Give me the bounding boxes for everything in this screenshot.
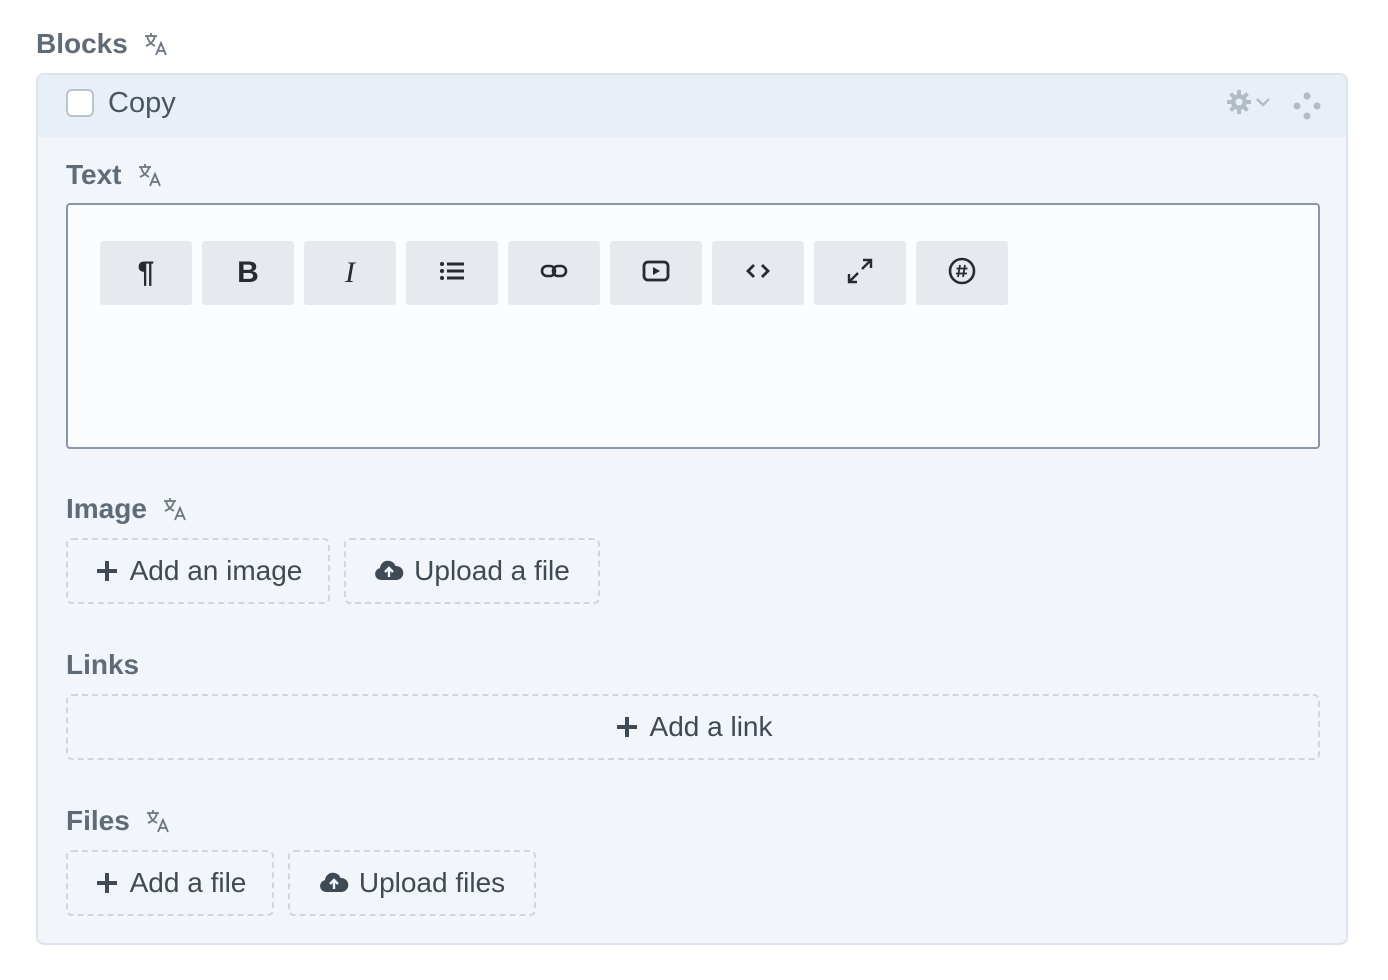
fullscreen-icon <box>846 257 874 290</box>
plus-icon <box>94 870 120 896</box>
link-button[interactable] <box>508 241 600 305</box>
image-field-label-text: Image <box>66 493 147 524</box>
list-button[interactable] <box>406 241 498 305</box>
cloud-upload-icon <box>319 870 349 896</box>
translate-icon <box>161 495 189 523</box>
add-image-button[interactable]: Add an image <box>66 538 330 604</box>
hashtag-button[interactable] <box>916 241 1008 305</box>
hashtag-icon <box>948 257 976 290</box>
blocks-label-text: Blocks <box>36 28 128 59</box>
add-link-label: Add a link <box>649 711 773 742</box>
blocks-label: Blocks <box>36 28 170 60</box>
upload-files-button[interactable]: Upload files <box>288 850 536 916</box>
translate-icon <box>136 161 164 189</box>
text-field-label-text: Text <box>66 159 122 190</box>
add-file-label: Add a file <box>129 867 247 898</box>
fullscreen-button[interactable] <box>814 241 906 305</box>
block-settings-button[interactable] <box>1226 89 1272 120</box>
upload-image-button[interactable]: Upload a file <box>344 538 600 604</box>
italic-button[interactable]: I <box>304 241 396 305</box>
video-icon <box>642 257 670 290</box>
files-field-label-text: Files <box>66 805 130 836</box>
italic-icon: I <box>345 256 355 289</box>
drag-handle-icon[interactable] <box>1292 91 1322 126</box>
copy-block: Copy Text ¶ B I Image Add an image Uploa… <box>36 73 1348 945</box>
chevron-down-icon <box>1254 93 1272 116</box>
paragraph-icon: ¶ <box>137 256 155 289</box>
link-icon <box>540 257 568 290</box>
paragraph-button[interactable]: ¶ <box>100 241 192 305</box>
editor-toolbar: ¶ B I <box>100 241 1008 305</box>
block-header: Copy <box>38 75 1346 137</box>
translate-icon <box>144 807 172 835</box>
list-icon <box>438 257 466 290</box>
add-file-button[interactable]: Add a file <box>66 850 274 916</box>
files-field-label: Files <box>66 805 172 837</box>
text-field-label: Text <box>66 159 164 191</box>
video-button[interactable] <box>610 241 702 305</box>
plus-icon <box>94 558 120 584</box>
code-icon <box>744 257 772 290</box>
add-link-button[interactable]: Add a link <box>66 694 1320 760</box>
text-editor[interactable]: ¶ B I <box>66 203 1320 449</box>
image-field-label: Image <box>66 493 189 525</box>
upload-files-label: Upload files <box>358 867 506 898</box>
translate-icon <box>142 30 170 58</box>
links-field-label-text: Links <box>66 649 140 680</box>
upload-image-label: Upload a file <box>414 555 570 586</box>
links-field-label: Links <box>66 649 139 681</box>
bold-button[interactable]: B <box>202 241 294 305</box>
code-button[interactable] <box>712 241 804 305</box>
gear-icon <box>1226 89 1252 120</box>
add-image-label: Add an image <box>129 555 303 586</box>
block-title: Copy <box>108 87 176 119</box>
cloud-upload-icon <box>374 558 404 584</box>
bold-icon: B <box>237 256 259 289</box>
block-select-checkbox[interactable] <box>66 89 94 117</box>
plus-icon <box>614 714 640 740</box>
